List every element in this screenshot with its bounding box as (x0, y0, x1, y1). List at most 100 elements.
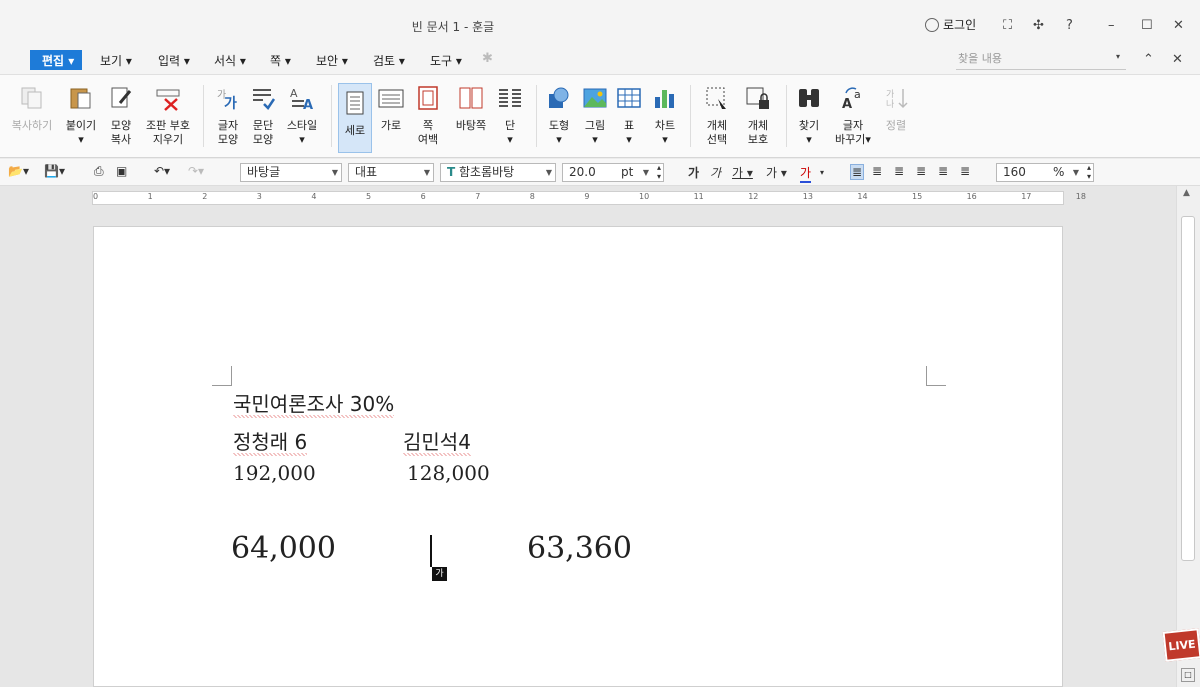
menu-format[interactable]: 서식 ▾ (214, 52, 246, 72)
align-justify-icon[interactable]: ≣ (850, 164, 865, 180)
paste-button[interactable]: 붙이기 ▾ (62, 79, 100, 147)
print-icon[interactable]: ⎙ (94, 164, 104, 179)
replace-button[interactable]: Aa 글자 바꾸기▾ (830, 79, 876, 147)
doc-line-1[interactable]: 국민여론조사 30% (233, 388, 395, 418)
copy-button[interactable]: 복사하기 (8, 79, 56, 133)
split-align-icon[interactable]: ≣ (960, 164, 970, 178)
object-select-button[interactable]: 개체 선택 (698, 79, 736, 147)
font-size-input[interactable]: 20.0 pt ▼ ▴ ▾ (562, 163, 664, 182)
portrait-button[interactable]: 세로 (338, 83, 372, 153)
doc-line-2a[interactable]: 정청래 6 (233, 426, 308, 456)
style-button[interactable]: AA 스타일 ▾ (282, 79, 322, 147)
portrait-icon (346, 91, 364, 115)
picture-button[interactable]: 그림 ▾ (578, 79, 612, 147)
chart-button[interactable]: 차트 ▾ (648, 79, 682, 147)
columns-button[interactable]: 단 ▾ (494, 79, 526, 147)
master-page-icon (459, 87, 483, 109)
align-left-icon[interactable]: ≣ (872, 164, 882, 178)
doc-line-4a[interactable]: 64,000 (231, 531, 336, 566)
svg-text:A: A (290, 87, 298, 100)
menu-edit[interactable]: 편집 ▾ (30, 50, 83, 70)
maximize-icon[interactable]: ☐ (1141, 18, 1153, 33)
font-color-icon[interactable]: 가 (800, 164, 812, 183)
format-painter-button[interactable]: 모양 복사 (104, 79, 138, 147)
redo-icon[interactable]: ↷▾ (188, 164, 204, 178)
strikethrough-icon[interactable]: 가 ▾ (766, 164, 787, 181)
object-select-icon (706, 87, 726, 109)
doc-line-3a[interactable]: 192,000 (233, 461, 316, 485)
ruler-tick-label: 10 (639, 192, 650, 201)
underline-icon[interactable]: 가 ▾ (732, 164, 753, 181)
menu-view[interactable]: 보기 ▾ (100, 52, 132, 72)
object-protect-button[interactable]: 개체 보호 (738, 79, 778, 147)
size-spinner[interactable]: ▴ ▾ (657, 163, 661, 181)
menu-page[interactable]: 쪽 ▾ (270, 52, 291, 72)
ruler-tick-label: 0 (93, 192, 99, 201)
title-bar: 빈 문서 1 - 훈글 로그인 ⛶ ✣ ? – ☐ ✕ (0, 0, 1200, 44)
clear-markup-button[interactable]: 조판 부호 지우기 (142, 79, 194, 147)
minimize-icon[interactable]: – (1108, 18, 1115, 33)
style-select[interactable]: 바탕글 ▼ (240, 163, 342, 182)
char-shape-button[interactable]: 가가 글자 모양 (210, 79, 246, 147)
login-button[interactable]: 로그인 (925, 16, 976, 33)
collapse-ribbon-icon[interactable]: ⌃ (1143, 52, 1154, 67)
close-icon[interactable]: ✕ (1173, 18, 1184, 33)
columns-icon (499, 89, 521, 107)
master-page-button[interactable]: 바탕쪽 (450, 79, 492, 133)
zoom-input[interactable]: 160% ▼ ▴ ▾ (996, 163, 1094, 182)
help-icon[interactable]: ? (1066, 18, 1073, 33)
ruler-tick-label: 17 (1021, 192, 1032, 201)
ruler-tick-label: 12 (748, 192, 759, 201)
sort-icon: 가나 (886, 89, 908, 110)
doc-line-3b[interactable]: 128,000 (407, 461, 490, 485)
zoom-spinner[interactable]: ▴ ▾ (1087, 163, 1091, 181)
font-select[interactable]: T 함초롬바탕 ▼ (440, 163, 556, 182)
close-doc-icon[interactable]: ✕ (1172, 52, 1183, 67)
sort-button[interactable]: 가나 정렬 (880, 79, 912, 133)
page-margin-icon (418, 86, 438, 110)
preview-icon[interactable]: ▣ (116, 164, 127, 178)
ruler-tick-label: 8 (529, 192, 535, 201)
separator (203, 85, 204, 147)
clear-markup-icon (156, 89, 180, 111)
format-painter-icon (111, 87, 132, 108)
doc-line-4b[interactable]: 63,360 (527, 531, 632, 566)
italic-icon[interactable]: 가 (710, 164, 721, 181)
search-input[interactable]: 찾을 내용 (956, 50, 1126, 70)
ruler-tick-label: 9 (584, 192, 590, 201)
find-button[interactable]: 찾기 ▾ (792, 79, 826, 147)
menu-insert[interactable]: 입력 ▾ (158, 52, 190, 72)
fullscreen-icon[interactable]: ⛶ (1003, 18, 1012, 33)
align-center-icon[interactable]: ≣ (894, 164, 904, 178)
paragraph-shape-button[interactable]: 문단 모양 (246, 79, 280, 147)
menu-tools[interactable]: 도구 ▾ (430, 52, 462, 72)
text-cursor (430, 535, 432, 567)
align-right-icon[interactable]: ≣ (916, 164, 926, 178)
move-icon[interactable]: ✣ (1033, 18, 1044, 33)
ruler-tick-label: 5 (366, 192, 372, 201)
ribbon: 복사하기 붙이기 ▾ 모양 복사 조판 부호 지우기 가가 글자 모양 문단 모양 AA … (0, 74, 1200, 158)
shape-button[interactable]: 도형 ▾ (542, 79, 576, 147)
doc-line-2b[interactable]: 김민석4 (403, 426, 471, 456)
vertical-scrollbar[interactable]: ▲ □ (1176, 186, 1200, 687)
style-icon: AA (290, 87, 313, 113)
bold-icon[interactable]: 가 (688, 164, 699, 181)
scroll-thumb[interactable] (1181, 216, 1195, 561)
page-margin-button[interactable]: 쪽 여백 (410, 79, 446, 147)
language-select[interactable]: 대표 ▼ (348, 163, 434, 182)
svg-text:A: A (303, 98, 313, 111)
svg-text:나: 나 (886, 99, 894, 110)
menu-security[interactable]: 보안 ▾ (316, 52, 348, 72)
svg-text:가: 가 (224, 96, 237, 111)
save-icon[interactable]: 💾▾ (44, 164, 65, 178)
landscape-button[interactable]: 가로 (374, 79, 408, 133)
search-dropdown-icon[interactable]: ▾ (1116, 52, 1120, 61)
page-nav-icon[interactable]: □ (1181, 668, 1195, 682)
undo-icon[interactable]: ↶▾ (154, 164, 170, 178)
distribute-icon[interactable]: ≣ (938, 164, 948, 178)
menu-review[interactable]: 검토 ▾ (373, 52, 405, 72)
open-icon[interactable]: 📂▾ (8, 164, 29, 178)
document-page[interactable] (93, 226, 1063, 687)
scroll-up-icon[interactable]: ▲ (1183, 188, 1190, 198)
table-button[interactable]: 표 ▾ (614, 79, 644, 147)
